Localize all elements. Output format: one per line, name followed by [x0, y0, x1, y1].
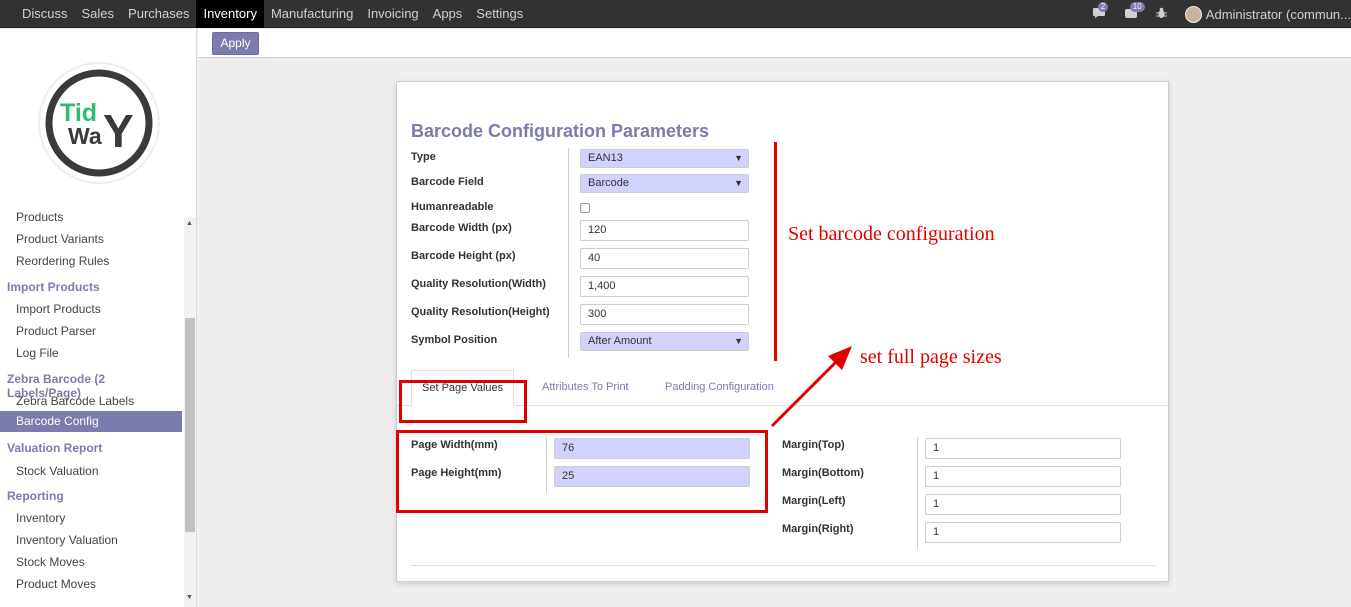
menu-apps[interactable]: Apps	[426, 0, 470, 28]
sidebar-item-stock-moves[interactable]: Stock Moves	[0, 555, 182, 569]
label-humanreadable: Humanreadable	[411, 201, 494, 213]
company-logo: Tid Wa Y	[40, 64, 158, 182]
tab-padding-configuration[interactable]: Padding Configuration	[665, 370, 774, 406]
top-menu: Discuss Sales Purchases Inventory Manufa…	[15, 0, 530, 28]
user-avatar[interactable]	[1184, 5, 1202, 23]
user-name[interactable]: Administrator (commun...	[1206, 7, 1351, 22]
annotation-page-note: set full page sizes	[860, 346, 1002, 368]
chat-icon[interactable]: 2	[1092, 1, 1109, 22]
sidebar-item-products[interactable]: Products	[0, 210, 182, 224]
annotation-config-note: Set barcode configuration	[788, 223, 995, 245]
label-margin-left: Margin(Left)	[782, 495, 846, 507]
svg-text:Wa: Wa	[68, 123, 102, 149]
sidebar-item-inventory-valuation[interactable]: Inventory Valuation	[0, 533, 182, 547]
menu-inventory[interactable]: Inventory	[196, 0, 264, 28]
sidebar: Tid Wa Y Products Product Variants Reord…	[0, 29, 197, 607]
sidebar-section-reporting[interactable]: Reporting	[0, 489, 182, 503]
sidebar-item-product-variants[interactable]: Product Variants	[0, 232, 182, 246]
label-barcode-width: Barcode Width (px)	[411, 222, 512, 234]
chevron-down-icon: ▼	[734, 178, 743, 188]
scroll-up-icon[interactable]: ▲	[186, 220, 193, 227]
top-navbar: Discuss Sales Purchases Inventory Manufa…	[0, 0, 1351, 28]
symbol-position-select[interactable]: After Amount ▼	[580, 332, 749, 351]
sidebar-item-reordering-rules[interactable]: Reordering Rules	[0, 254, 182, 268]
chat-badge: 2	[1097, 1, 1109, 12]
sidebar-item-import-products[interactable]: Import Products	[0, 302, 182, 316]
sidebar-section-valuation-report[interactable]: Valuation Report	[0, 441, 182, 455]
menu-settings[interactable]: Settings	[469, 0, 530, 28]
label-quality-height: Quality Resolution(Height)	[411, 306, 550, 318]
barcode-width-input[interactable]: 120	[580, 220, 749, 241]
field-separator	[568, 148, 569, 358]
margin-right-input[interactable]: 1	[925, 522, 1121, 543]
menu-invoicing[interactable]: Invoicing	[360, 0, 425, 28]
label-barcode-height: Barcode Height (px)	[411, 250, 516, 262]
form-title: Barcode Configuration Parameters	[411, 121, 710, 141]
margin-bottom-input[interactable]: 1	[925, 466, 1121, 487]
activity-icon[interactable]: 10	[1124, 1, 1145, 22]
bug-icon[interactable]	[1155, 7, 1167, 22]
menu-manufacturing[interactable]: Manufacturing	[264, 0, 360, 28]
margin-top-input[interactable]: 1	[925, 438, 1121, 459]
symbol-position-value: After Amount	[588, 335, 652, 347]
sidebar-item-product-moves[interactable]: Product Moves	[0, 577, 182, 591]
scroll-down-icon[interactable]: ▼	[186, 594, 193, 601]
control-panel: Apply	[198, 29, 1351, 58]
tab-attributes-to-print[interactable]: Attributes To Print	[542, 370, 629, 406]
annotation-page-values-highlight	[396, 430, 768, 513]
quality-width-input[interactable]: 1,400	[580, 276, 749, 297]
type-value: EAN13	[588, 152, 623, 164]
activity-badge: 10	[1129, 1, 1145, 12]
quality-height-input[interactable]: 300	[580, 304, 749, 325]
label-margin-top: Margin(Top)	[782, 439, 845, 451]
barcode-field-select[interactable]: Barcode ▼	[580, 174, 749, 193]
barcode-height-input[interactable]: 40	[580, 248, 749, 269]
label-barcode-field: Barcode Field	[411, 176, 484, 188]
margin-left-input[interactable]: 1	[925, 494, 1121, 515]
annotation-bracket	[774, 142, 777, 361]
sidebar-section-import-products[interactable]: Import Products	[0, 280, 182, 294]
label-symbol-position: Symbol Position	[411, 334, 498, 346]
type-select[interactable]: EAN13 ▼	[580, 149, 749, 168]
annotation-arrow-icon	[770, 346, 852, 428]
chevron-down-icon: ▼	[734, 153, 743, 163]
annotation-tab-highlight	[399, 380, 527, 423]
label-margin-bottom: Margin(Bottom)	[782, 467, 864, 479]
sidebar-item-log-file[interactable]: Log File	[0, 346, 182, 360]
sidebar-item-product-parser[interactable]: Product Parser	[0, 324, 182, 338]
barcode-field-value: Barcode	[588, 177, 629, 189]
apply-button[interactable]: Apply	[212, 32, 259, 55]
sidebar-item-barcode-config[interactable]: Barcode Config	[0, 411, 182, 432]
sidebar-item-inventory[interactable]: Inventory	[0, 511, 182, 525]
sidebar-item-stock-valuation[interactable]: Stock Valuation	[0, 464, 182, 478]
form-divider	[411, 565, 1156, 566]
sidebar-scrollbar-thumb[interactable]	[185, 318, 195, 532]
menu-discuss[interactable]: Discuss	[15, 0, 75, 28]
menu-sales[interactable]: Sales	[75, 0, 122, 28]
menu-purchases[interactable]: Purchases	[121, 0, 196, 28]
label-margin-right: Margin(Right)	[782, 523, 854, 535]
systray: 2 10 Administrator (commun...	[1092, 0, 1351, 28]
sidebar-item-zebra-barcode-labels[interactable]: Zebra Barcode Labels	[0, 394, 182, 408]
label-type: Type	[411, 151, 436, 163]
humanreadable-checkbox[interactable]	[580, 203, 590, 213]
svg-text:Y: Y	[103, 105, 134, 157]
field-separator	[917, 437, 918, 549]
label-quality-width: Quality Resolution(Width)	[411, 278, 546, 290]
chevron-down-icon: ▼	[734, 336, 743, 346]
